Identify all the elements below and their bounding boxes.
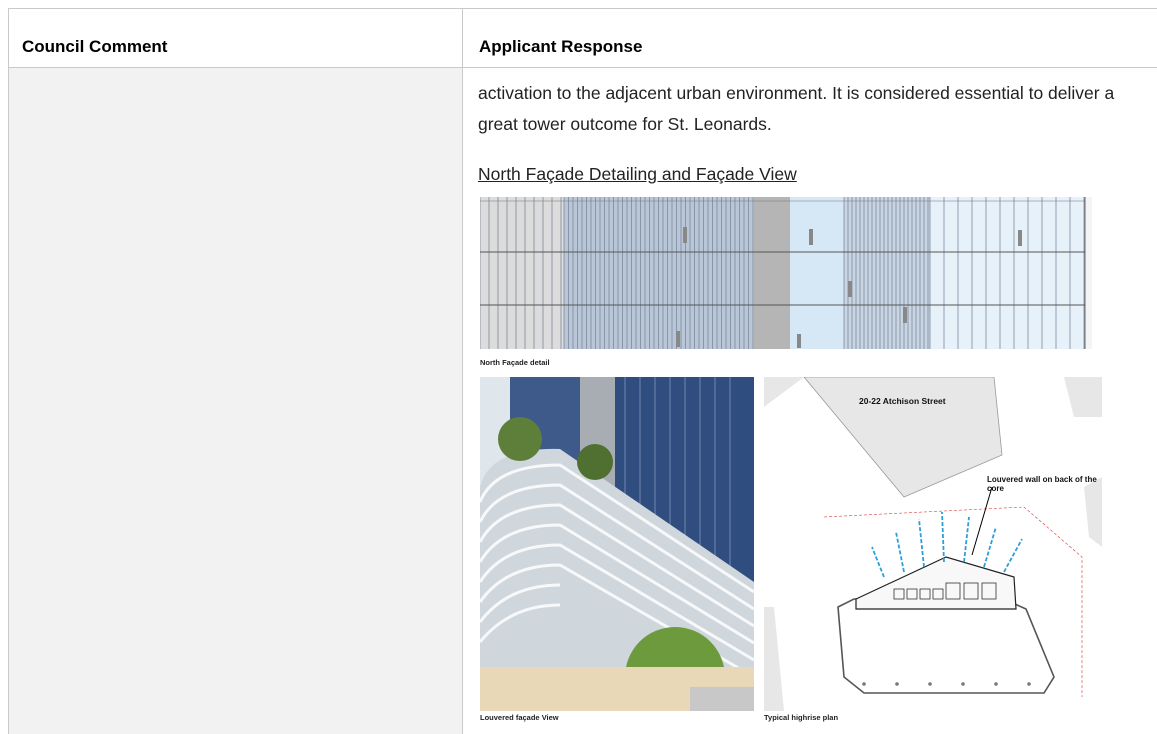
plan-caption: Typical highrise plan — [764, 713, 839, 722]
section-subheading: North Façade Detailing and Façade View — [478, 164, 797, 184]
plan-street-label: 20-22 Atchison Street — [859, 396, 946, 406]
plan-callout: Louvered wall on back of the core — [987, 475, 1097, 493]
response-paragraph: activation to the adjacent urban environ… — [478, 83, 1115, 134]
council-comment-header: Council Comment — [22, 37, 168, 56]
typical-highrise-plan: 20-22 Atchison Street Louvered wall on b… — [764, 377, 1102, 711]
render-caption: Louvered façade View — [480, 713, 559, 722]
applicant-response-header: Applicant Response — [479, 37, 643, 56]
elevation-caption: North Façade detail — [480, 358, 550, 367]
council-comment-cell — [9, 68, 462, 734]
north-facade-elevation — [480, 197, 1092, 349]
louvered-facade-render — [480, 377, 754, 711]
facade-figure: North Façade detail Louvered façade View… — [470, 192, 1127, 724]
table-header-row: Council Comment Applicant Response — [9, 9, 1157, 68]
